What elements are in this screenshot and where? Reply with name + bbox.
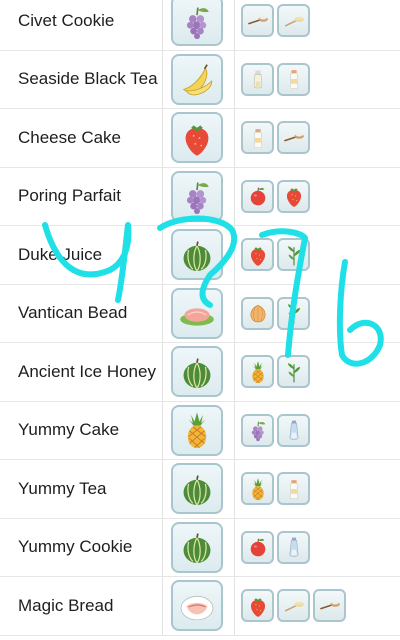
- ingredient-list: [241, 530, 310, 564]
- column-divider: [234, 167, 235, 225]
- bottle-icon[interactable]: [241, 62, 274, 96]
- column-divider: [234, 284, 235, 342]
- melon-icon[interactable]: [171, 521, 223, 573]
- grapes-icon[interactable]: [171, 0, 223, 46]
- ingredient-list: [241, 121, 310, 154]
- recipe-name: Cheese Cake: [18, 127, 122, 147]
- column-divider: [234, 460, 235, 518]
- column-divider: [234, 401, 235, 459]
- recipe-name: Seaside Black Tea: [18, 69, 158, 89]
- apple-icon[interactable]: [241, 179, 274, 213]
- ingredient-list: [241, 296, 310, 330]
- sugar-spoon-icon[interactable]: [277, 589, 310, 622]
- recipe-table: Civet Cookie Seaside Black Tea Cheese Cake…: [0, 0, 400, 636]
- recipe-name: Civet Cookie: [18, 10, 115, 30]
- melon-icon[interactable]: [171, 229, 223, 280]
- ingredient-list: [241, 62, 310, 96]
- column-divider: [234, 50, 235, 108]
- column-divider: [162, 460, 163, 518]
- flour-spoon-icon[interactable]: [277, 121, 310, 154]
- ingredient-list: [241, 238, 310, 271]
- recipe-name: Ancient Ice Honey: [18, 361, 156, 381]
- column-divider: [162, 50, 163, 108]
- pineapple-icon[interactable]: [241, 355, 274, 388]
- column-divider: [162, 167, 163, 225]
- column-divider: [234, 226, 235, 284]
- bacon-icon[interactable]: [171, 580, 223, 631]
- recipe-name: Poring Parfait: [18, 186, 121, 206]
- column-divider: [162, 401, 163, 459]
- table-row: Yummy Cake: [0, 401, 400, 460]
- ingredient-list: [241, 179, 310, 213]
- strawberry-icon[interactable]: [277, 179, 310, 213]
- flour-spoon-icon[interactable]: [313, 589, 346, 622]
- milk-bottle-icon[interactable]: [277, 62, 310, 96]
- onion-icon[interactable]: [241, 296, 274, 330]
- ingredient-list: [241, 413, 310, 447]
- sugar-spoon-icon[interactable]: [277, 4, 310, 37]
- recipe-name: Magic Bread: [18, 595, 114, 615]
- column-divider: [234, 109, 235, 167]
- recipe-name: Yummy Tea: [18, 478, 107, 498]
- column-divider: [234, 343, 235, 401]
- column-divider: [162, 226, 163, 284]
- table-row: Cheese Cake: [0, 109, 400, 168]
- flour-spoon-icon[interactable]: [241, 4, 274, 37]
- milk-bottle-icon[interactable]: [277, 472, 310, 505]
- ingredient-list: [241, 472, 310, 505]
- recipe-name: Yummy Cake: [18, 420, 120, 440]
- melon-icon[interactable]: [171, 346, 223, 397]
- banana-icon[interactable]: [171, 53, 223, 105]
- herb-icon[interactable]: [277, 296, 310, 330]
- recipe-name: Yummy Cookie: [18, 537, 133, 557]
- salt-bottle-icon[interactable]: [277, 530, 310, 564]
- grapes-icon[interactable]: [241, 413, 274, 447]
- salmon-platter-icon[interactable]: [171, 287, 223, 339]
- column-divider: [234, 0, 235, 50]
- column-divider: [234, 518, 235, 576]
- table-row: Seaside Black Tea: [0, 50, 400, 109]
- strawberry-icon[interactable]: [241, 238, 274, 271]
- recipe-name: Duke Juice: [18, 244, 103, 264]
- column-divider: [162, 0, 163, 50]
- pineapple-icon[interactable]: [241, 472, 274, 505]
- herb-icon[interactable]: [277, 238, 310, 271]
- column-divider: [162, 109, 163, 167]
- melon-icon[interactable]: [171, 463, 223, 514]
- table-row: Vantican Bead: [0, 284, 400, 343]
- ingredient-list: [241, 589, 346, 622]
- herb-icon[interactable]: [277, 355, 310, 388]
- column-divider: [234, 577, 235, 635]
- column-divider: [162, 577, 163, 635]
- table-row: Ancient Ice Honey: [0, 343, 400, 402]
- strawberry-icon[interactable]: [171, 112, 223, 163]
- pineapple-icon[interactable]: [171, 404, 223, 456]
- strawberry-icon[interactable]: [241, 589, 274, 622]
- grapes-icon[interactable]: [171, 170, 223, 222]
- recipe-name: Vantican Bead: [18, 303, 128, 323]
- ingredient-list: [241, 4, 310, 37]
- column-divider: [162, 284, 163, 342]
- table-row: Yummy Cookie: [0, 518, 400, 577]
- apple-icon[interactable]: [241, 530, 274, 564]
- column-divider: [162, 343, 163, 401]
- milk-bottle-icon[interactable]: [241, 121, 274, 154]
- table-row: Magic Bread: [0, 577, 400, 636]
- column-divider: [162, 518, 163, 576]
- salt-bottle-icon[interactable]: [277, 413, 310, 447]
- table-row: Poring Parfait: [0, 167, 400, 226]
- table-row: Civet Cookie: [0, 0, 400, 51]
- table-row: Duke Juice: [0, 226, 400, 285]
- ingredient-list: [241, 355, 310, 388]
- table-row: Yummy Tea: [0, 460, 400, 519]
